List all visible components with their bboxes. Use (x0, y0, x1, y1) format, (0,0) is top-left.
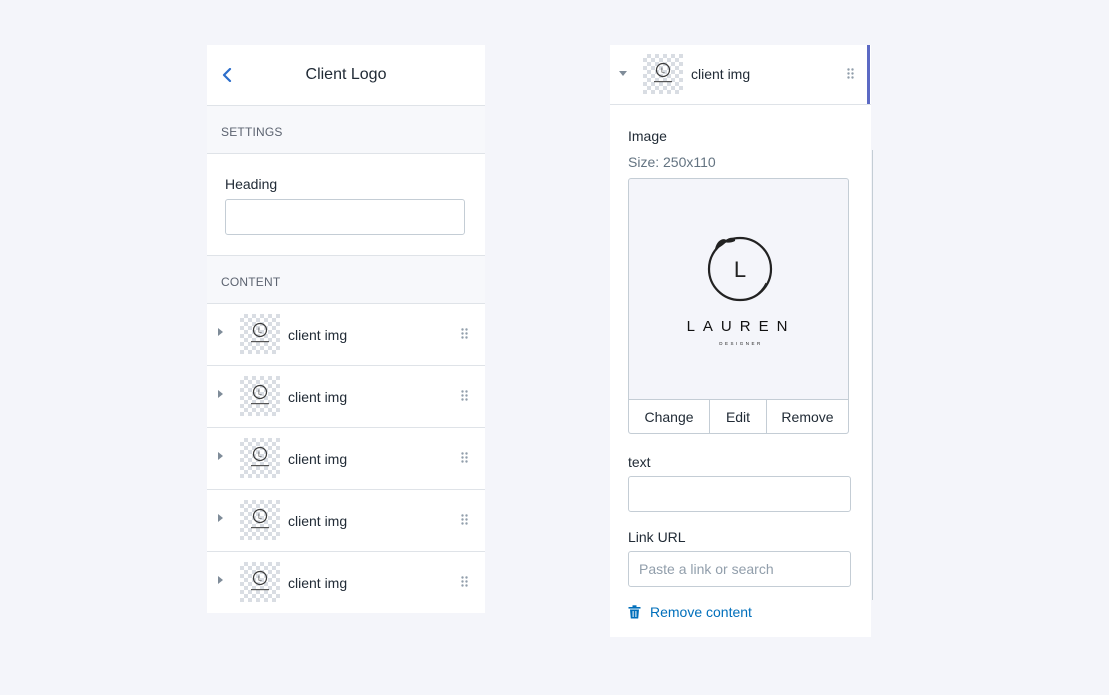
page-title: Client Logo (305, 66, 387, 83)
block-header[interactable]: L client img (610, 45, 871, 105)
link-url-label: Link URL (628, 529, 686, 545)
block-item[interactable]: Lclient img (207, 304, 485, 366)
svg-text:L: L (258, 390, 262, 397)
chevron-left-icon (222, 68, 232, 82)
remove-image-button[interactable]: Remove (767, 400, 848, 433)
scrollbar-track[interactable] (872, 150, 873, 600)
block-thumbnail: L (240, 500, 280, 540)
text-label: text (628, 454, 651, 470)
svg-text:L: L (661, 68, 665, 75)
image-picker: L LAUREN DESIGNER Change Edit Remove (628, 178, 849, 434)
heading-input[interactable] (225, 199, 465, 235)
selected-block-indicator (867, 45, 870, 104)
svg-text:L: L (258, 452, 262, 459)
caret-right-icon (218, 514, 223, 522)
panel-header: Client Logo (207, 45, 485, 106)
content-section-heading: CONTENT (207, 256, 485, 304)
image-actions: Change Edit Remove (629, 399, 848, 433)
drag-handle-icon[interactable] (461, 452, 468, 463)
edit-image-button[interactable]: Edit (710, 400, 767, 433)
drag-handle-icon[interactable] (461, 514, 468, 525)
logo-letter: L (734, 257, 746, 282)
trash-icon (628, 605, 641, 619)
change-image-button[interactable]: Change (629, 400, 710, 433)
image-label: Image (628, 128, 667, 144)
logo-thumbnail-icon: L (251, 570, 269, 591)
drag-handle-icon[interactable] (461, 328, 468, 339)
back-button[interactable] (217, 65, 237, 85)
settings-section-heading: SETTINGS (207, 106, 485, 154)
image-size-hint: Size: 250x110 (628, 154, 716, 170)
block-item[interactable]: Lclient img (207, 490, 485, 552)
caret-down-icon (619, 71, 627, 76)
block-item-label: client img (288, 450, 348, 467)
lauren-logo: L LAUREN DESIGNER (687, 236, 796, 346)
block-item-label: client img (288, 388, 348, 405)
logo-wordmark: LAUREN (687, 318, 796, 335)
text-input[interactable] (628, 476, 851, 512)
remove-content-button[interactable]: Remove content (628, 604, 752, 620)
block-item-label: client img (288, 326, 348, 343)
block-item-label: client img (288, 574, 348, 591)
caret-right-icon (218, 328, 223, 336)
drag-handle-icon[interactable] (847, 68, 854, 79)
block-thumbnail: L (240, 314, 280, 354)
theme-editor-section-panel: Client Logo SETTINGS Heading CONTENT Lcl… (207, 45, 485, 613)
block-settings-panel: L client img Image Size: 250x110 L LAURE… (610, 45, 871, 637)
caret-right-icon (218, 452, 223, 460)
block-item[interactable]: Lclient img (207, 366, 485, 428)
block-label: client img (691, 66, 751, 82)
logo-thumbnail-icon: L (654, 62, 672, 83)
drag-handle-icon[interactable] (461, 390, 468, 401)
logo-thumbnail-icon: L (251, 322, 269, 343)
block-item[interactable]: Lclient img (207, 428, 485, 490)
block-thumbnail: L (240, 562, 280, 602)
logo-thumbnail-icon: L (251, 508, 269, 529)
drag-handle-icon[interactable] (461, 576, 468, 587)
heading-label: Heading (225, 176, 278, 192)
link-url-input[interactable] (628, 551, 851, 587)
logo-tagline: DESIGNER (719, 341, 763, 346)
image-preview: L LAUREN DESIGNER (629, 179, 848, 401)
block-thumbnail: L (240, 438, 280, 478)
caret-right-icon (218, 576, 223, 584)
remove-content-label: Remove content (650, 604, 752, 620)
svg-text:L: L (258, 514, 262, 521)
content-block-list: Lclient img Lclient img Lclient img Lclient… (207, 304, 485, 613)
svg-text:L: L (258, 576, 262, 583)
block-thumbnail: L (240, 376, 280, 416)
svg-text:L: L (258, 328, 262, 335)
settings-section: Heading (207, 154, 485, 256)
block-item[interactable]: Lclient img (207, 552, 485, 613)
logo-thumbnail-icon: L (251, 384, 269, 405)
block-thumbnail: L (643, 54, 683, 94)
caret-right-icon (218, 390, 223, 398)
block-item-label: client img (288, 512, 348, 529)
logo-thumbnail-icon: L (251, 446, 269, 467)
